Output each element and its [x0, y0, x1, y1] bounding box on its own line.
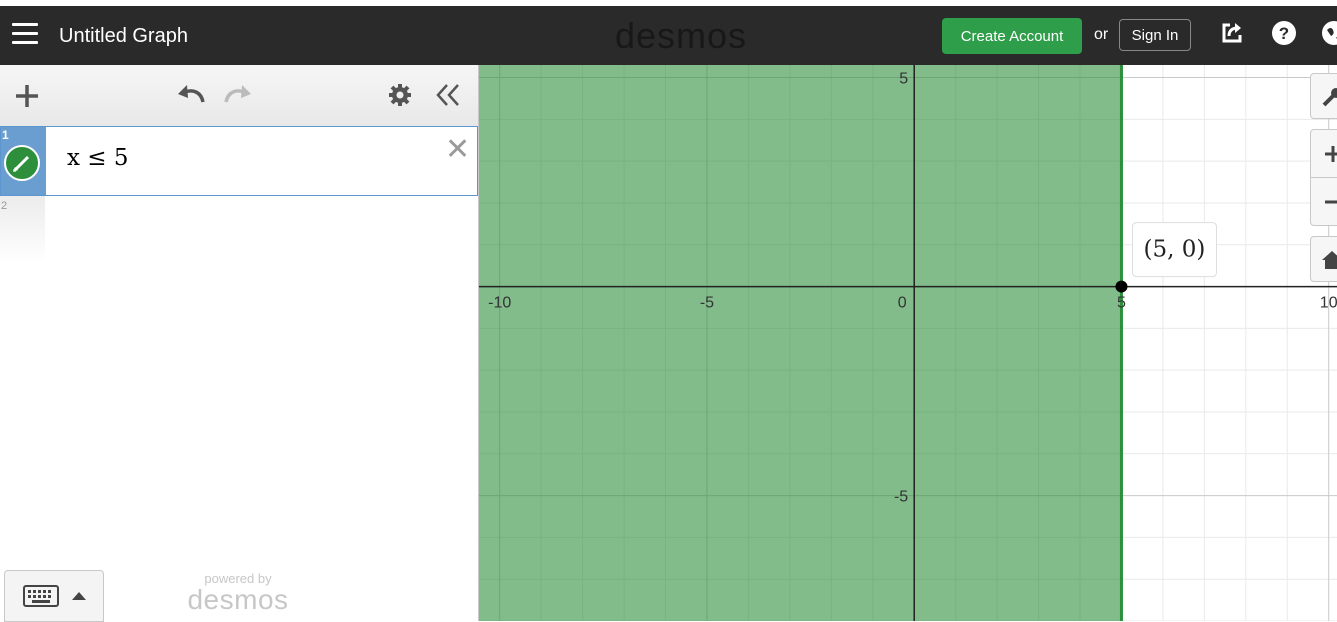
graph-canvas[interactable]: -10 -5 0 5 10 5 -5 (5, 0) — [479, 65, 1337, 621]
color-swatch-pencil-icon[interactable] — [4, 145, 40, 181]
create-account-button[interactable]: Create Account — [942, 18, 1082, 54]
expression-input[interactable]: x ≤ 5 — [67, 145, 129, 171]
sign-in-button[interactable]: Sign In — [1119, 19, 1191, 51]
expression-gutter: 1 — [1, 127, 46, 195]
redo-icon[interactable] — [222, 82, 254, 106]
undo-icon[interactable] — [175, 82, 207, 106]
powered-by-logo: desmos — [187, 584, 289, 615]
desmos-logo: desmos — [615, 15, 748, 56]
y-tick-label: -5 — [894, 489, 908, 506]
zoom-in-icon[interactable] — [1323, 144, 1337, 164]
keyboard-icon — [23, 585, 59, 607]
or-label: or — [1094, 26, 1109, 43]
zoom-controls — [1310, 129, 1337, 226]
settings-gear-icon[interactable] — [388, 83, 412, 107]
graph-settings-wrench-icon[interactable] — [1310, 73, 1337, 119]
zoom-out-icon[interactable] — [1323, 192, 1337, 212]
x-tick-label: 0 — [898, 295, 907, 312]
graph-area[interactable]: -10 -5 0 5 10 5 -5 (5, 0) — [479, 65, 1337, 621]
add-expression-icon[interactable] — [14, 83, 40, 109]
expression-number: 2 — [1, 200, 8, 212]
point-label: (5, 0) — [1144, 237, 1206, 263]
globe-icon[interactable] — [1321, 20, 1337, 46]
caret-up-icon — [72, 592, 86, 600]
expression-gutter: 2 — [0, 196, 45, 264]
expression-row-2[interactable]: 2 — [0, 196, 478, 264]
powered-by-desmos: powered by desmos — [186, 571, 290, 614]
y-tick-label: 5 — [899, 71, 908, 88]
x-tick-label: -10 — [488, 295, 511, 312]
intercept-point[interactable] — [1115, 280, 1128, 293]
expression-row-1[interactable]: 1 x ≤ 5 ✕ — [0, 126, 478, 196]
x-tick-label: 10 — [1320, 295, 1337, 312]
expression-number: 1 — [2, 128, 9, 142]
menu-icon[interactable] — [12, 23, 38, 47]
share-icon[interactable] — [1219, 20, 1245, 46]
expression-toolbar — [0, 65, 478, 127]
inequality-shaded-region — [479, 65, 1122, 621]
x-tick-label: -5 — [700, 295, 714, 312]
svg-text:?: ? — [1279, 24, 1289, 43]
collapse-panel-icon[interactable] — [435, 83, 461, 107]
delete-expression-icon[interactable]: ✕ — [445, 135, 470, 165]
help-icon[interactable]: ? — [1271, 20, 1297, 46]
top-bar: Untitled Graph desmos Create Account or … — [0, 6, 1337, 65]
x-tick-label: 5 — [1117, 295, 1126, 312]
keyboard-toggle-button[interactable] — [4, 570, 104, 622]
expression-panel: 1 x ≤ 5 ✕ 2 powered by desmos — [0, 65, 479, 622]
home-view-icon[interactable] — [1310, 236, 1337, 282]
graph-title[interactable]: Untitled Graph — [59, 25, 188, 48]
